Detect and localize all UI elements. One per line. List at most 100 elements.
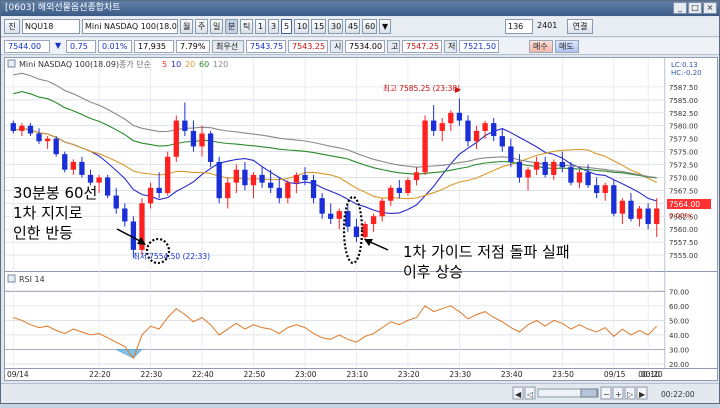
candle-body <box>370 216 377 225</box>
sell-order-button[interactable]: 매도 <box>555 39 579 53</box>
minute-10-button[interactable]: 10 <box>294 19 309 34</box>
maximize-button[interactable]: □ <box>688 2 702 14</box>
candle-body <box>182 120 188 131</box>
tab-week[interactable]: 주 <box>195 19 208 34</box>
candle-body <box>104 177 111 196</box>
minute-3-button[interactable]: 3 <box>268 19 279 34</box>
time-axis: 09/14 22:20 22:30 22:40 22:50 23:00 23:10 23:20… <box>7 370 663 379</box>
tab-day[interactable]: 일 <box>210 19 223 34</box>
candle-body <box>593 185 600 193</box>
candle-body <box>259 174 265 183</box>
connect-button[interactable]: 연결 <box>567 19 593 34</box>
candle-body <box>319 198 325 214</box>
ma60-label: 60 <box>199 60 209 69</box>
minute-45-button[interactable]: 45 <box>345 19 360 34</box>
zoom-in-icon: + <box>615 390 622 399</box>
rsi-tick-label: 60.00 <box>669 303 689 311</box>
minute-1-button[interactable]: 1 <box>255 19 266 34</box>
candle-body <box>439 123 445 131</box>
best-quote-label: 최우선 <box>212 39 244 53</box>
minute-30-button[interactable]: 30 <box>328 19 343 34</box>
time-tick-label: 22:20 <box>89 370 111 379</box>
price-chart-svg[interactable]: 7555.007557.507560.007562.507565.007567.… <box>5 58 717 380</box>
minute-5-button[interactable]: 5 <box>281 19 292 34</box>
rsi-legend-box-icon[interactable] <box>7 274 16 283</box>
candle-body <box>576 172 583 183</box>
minute-15-button[interactable]: 15 <box>311 19 326 34</box>
scroll-thumb[interactable] <box>580 388 598 398</box>
time-tick-label: 00:20 <box>641 370 663 379</box>
ma120-label: 120 <box>213 60 228 69</box>
rsi-tick-label: 50.00 <box>669 317 689 325</box>
count-input[interactable]: 136 <box>505 19 533 34</box>
price-tick-label: 7580.00 <box>669 123 698 131</box>
minimize-button[interactable]: _ <box>673 2 687 14</box>
time-tick-label: 23:00 <box>295 370 317 379</box>
minute-60-button[interactable]: 60 <box>362 19 377 34</box>
candle-body <box>645 208 651 225</box>
ma-label: 종가 단순 <box>119 59 151 69</box>
candle-body <box>473 130 480 142</box>
candle-body <box>422 120 428 173</box>
candle-body <box>96 177 102 183</box>
candle-body <box>44 138 51 142</box>
chart-area[interactable]: 7555.007557.507560.007562.507565.007567.… <box>4 57 718 381</box>
tab-minute[interactable]: 분 <box>225 19 238 34</box>
candle-body <box>207 133 214 162</box>
candle-body <box>602 185 608 193</box>
price-tick-label: 7585.00 <box>669 97 698 105</box>
candle-body <box>379 200 385 217</box>
scroll-prev-icon: ◁ <box>526 390 533 399</box>
tab-month[interactable]: 월 <box>180 19 193 34</box>
time-tick-label: 23:40 <box>501 370 523 379</box>
candle-body <box>216 161 222 199</box>
best-ask: 7543.75 <box>246 39 286 53</box>
candle-body <box>542 161 548 175</box>
candle-body <box>516 161 523 178</box>
time-tick-label: 22:50 <box>244 370 266 379</box>
price-tick-label: 7572.50 <box>669 162 698 170</box>
candle-body <box>242 169 248 186</box>
candle-body <box>388 187 394 201</box>
chart-scrollbar[interactable]: ◀ ◁ − + ▷ ▶ 00:22:00 <box>1 383 719 403</box>
candle-body <box>130 221 137 250</box>
candle-body <box>250 174 257 186</box>
symbol-input[interactable]: NQU18 <box>22 19 80 34</box>
time-tick-label: 09/14 <box>7 370 29 379</box>
zoom-out-icon: − <box>603 390 610 399</box>
time-tick-label: 23:30 <box>449 370 471 379</box>
period-dropdown-icon[interactable]: ▼ <box>379 19 391 34</box>
price-tick-label: 7557.50 <box>669 239 698 247</box>
high-label: 고 <box>387 39 400 53</box>
candle-body <box>559 161 566 168</box>
candle-body <box>430 120 437 131</box>
candle-body <box>53 138 59 155</box>
left-annotation-line-2: 1차 지지로 <box>13 204 83 222</box>
candle-body <box>267 182 274 188</box>
close-button[interactable]: × <box>703 2 717 14</box>
candle-body <box>362 224 368 237</box>
open-price: 7534.00 <box>345 39 385 53</box>
legend-box-icon[interactable] <box>7 59 16 68</box>
right-annotation-line-2: 이후 상승 <box>403 263 463 281</box>
price-tick-label: 7582.50 <box>669 110 698 118</box>
candle-body <box>551 161 557 175</box>
price-tick-label: 7567.50 <box>669 187 698 195</box>
candle-body <box>10 123 16 131</box>
volume: 17,935 <box>134 39 174 53</box>
candle-body <box>122 208 128 222</box>
menu-button[interactable]: 진 <box>4 19 20 34</box>
scrollbar-svg[interactable]: ◀ ◁ − + ▷ ▶ 00:22:00 <box>1 384 719 404</box>
price-change: 0.75 <box>66 39 96 53</box>
price-tick-label: 7560.00 <box>669 226 698 234</box>
tab-tick[interactable]: 틱 <box>240 19 253 34</box>
candle-body <box>156 187 162 193</box>
time-tick-label: 22:30 <box>141 370 163 379</box>
time-tick-label: 22:40 <box>192 370 214 379</box>
right-annotation-line-1: 1차 가이드 저점 돌파 실패 <box>403 243 570 261</box>
left-annotation: 30분봉 60선 1차 지지로 인한 반등 <box>13 183 97 243</box>
buy-order-button[interactable]: 매수 <box>529 39 553 53</box>
rsi-title: RSI 14 <box>19 275 45 284</box>
low-label: 저 <box>444 39 457 53</box>
candle-body <box>19 125 25 131</box>
